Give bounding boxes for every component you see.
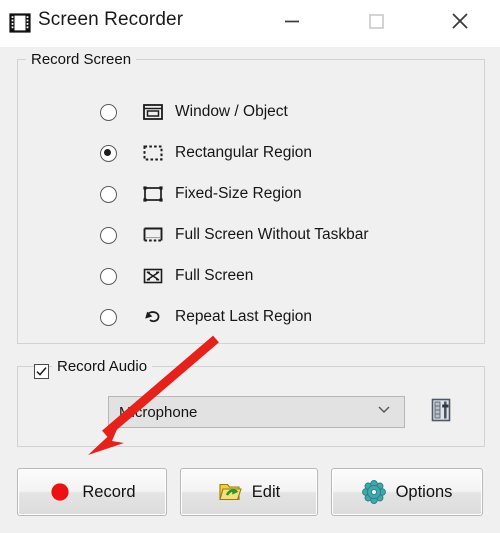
radio-label-full-screen-no-taskbar: Full Screen Without Taskbar <box>175 226 369 243</box>
radio-row-fixed-size-region[interactable]: Fixed-Size Region <box>100 177 302 211</box>
record-audio-checkbox[interactable] <box>34 364 49 379</box>
window-title: Screen Recorder <box>38 9 184 30</box>
radio-full-screen[interactable] <box>100 267 117 285</box>
close-icon <box>449 10 471 37</box>
radio-fixed-size-region[interactable] <box>100 185 117 203</box>
maximize-icon <box>366 11 386 36</box>
chevron-down-icon <box>376 402 392 423</box>
radio-row-full-screen-no-taskbar[interactable]: Full Screen Without Taskbar <box>100 218 369 252</box>
radio-label-repeat-last-region: Repeat Last Region <box>175 308 313 325</box>
film-strip-icon <box>8 11 32 35</box>
edit-button[interactable]: Edit <box>180 468 318 516</box>
maximize-button[interactable] <box>352 0 399 46</box>
rectangular-region-icon <box>142 142 164 164</box>
options-button-label: Options <box>395 482 453 501</box>
radio-label-rectangular-region: Rectangular Region <box>175 144 313 161</box>
title-bar: Screen Recorder <box>0 0 500 47</box>
record-screen-legend: Record Screen <box>26 51 137 68</box>
full-screen-icon <box>142 265 164 287</box>
audio-device-value: Microphone <box>119 403 198 421</box>
folder-open-icon <box>218 480 242 504</box>
full-screen-no-taskbar-icon <box>142 224 164 246</box>
record-button[interactable]: Record <box>17 468 167 516</box>
radio-label-fixed-size-region: Fixed-Size Region <box>175 185 302 202</box>
close-button[interactable] <box>436 0 483 46</box>
gear-icon <box>361 480 386 504</box>
minimize-icon <box>282 11 302 36</box>
record-button-label: Record <box>82 482 136 501</box>
radio-full-screen-no-taskbar[interactable] <box>100 226 117 244</box>
screen-recorder-window: Screen Recorder Record Screen Window / O… <box>0 0 500 533</box>
record-audio-legend: Record Audio <box>52 358 153 375</box>
radio-label-full-screen: Full Screen <box>175 267 254 284</box>
radio-row-rectangular-region[interactable]: Rectangular Region <box>100 136 312 170</box>
audio-mixer-icon <box>429 397 453 428</box>
edit-button-label: Edit <box>251 482 281 501</box>
minimize-button[interactable] <box>268 0 315 46</box>
radio-row-full-screen[interactable]: Full Screen <box>100 259 253 293</box>
checkmark-icon <box>36 367 47 376</box>
window-object-icon <box>142 101 164 123</box>
radio-row-window-object[interactable]: Window / Object <box>100 95 288 129</box>
audio-mixer-button[interactable] <box>427 396 455 428</box>
fixed-size-region-icon <box>142 183 164 205</box>
radio-window-object[interactable] <box>100 103 117 121</box>
red-record-dot-icon <box>48 480 72 504</box>
radio-rectangular-region[interactable] <box>100 144 117 162</box>
radio-row-repeat-last-region[interactable]: Repeat Last Region <box>100 300 312 334</box>
audio-device-select[interactable]: Microphone <box>108 396 405 428</box>
repeat-last-region-icon <box>142 306 164 328</box>
radio-repeat-last-region[interactable] <box>100 308 117 326</box>
radio-label-window-object: Window / Object <box>175 103 288 120</box>
options-button[interactable]: Options <box>331 468 483 516</box>
